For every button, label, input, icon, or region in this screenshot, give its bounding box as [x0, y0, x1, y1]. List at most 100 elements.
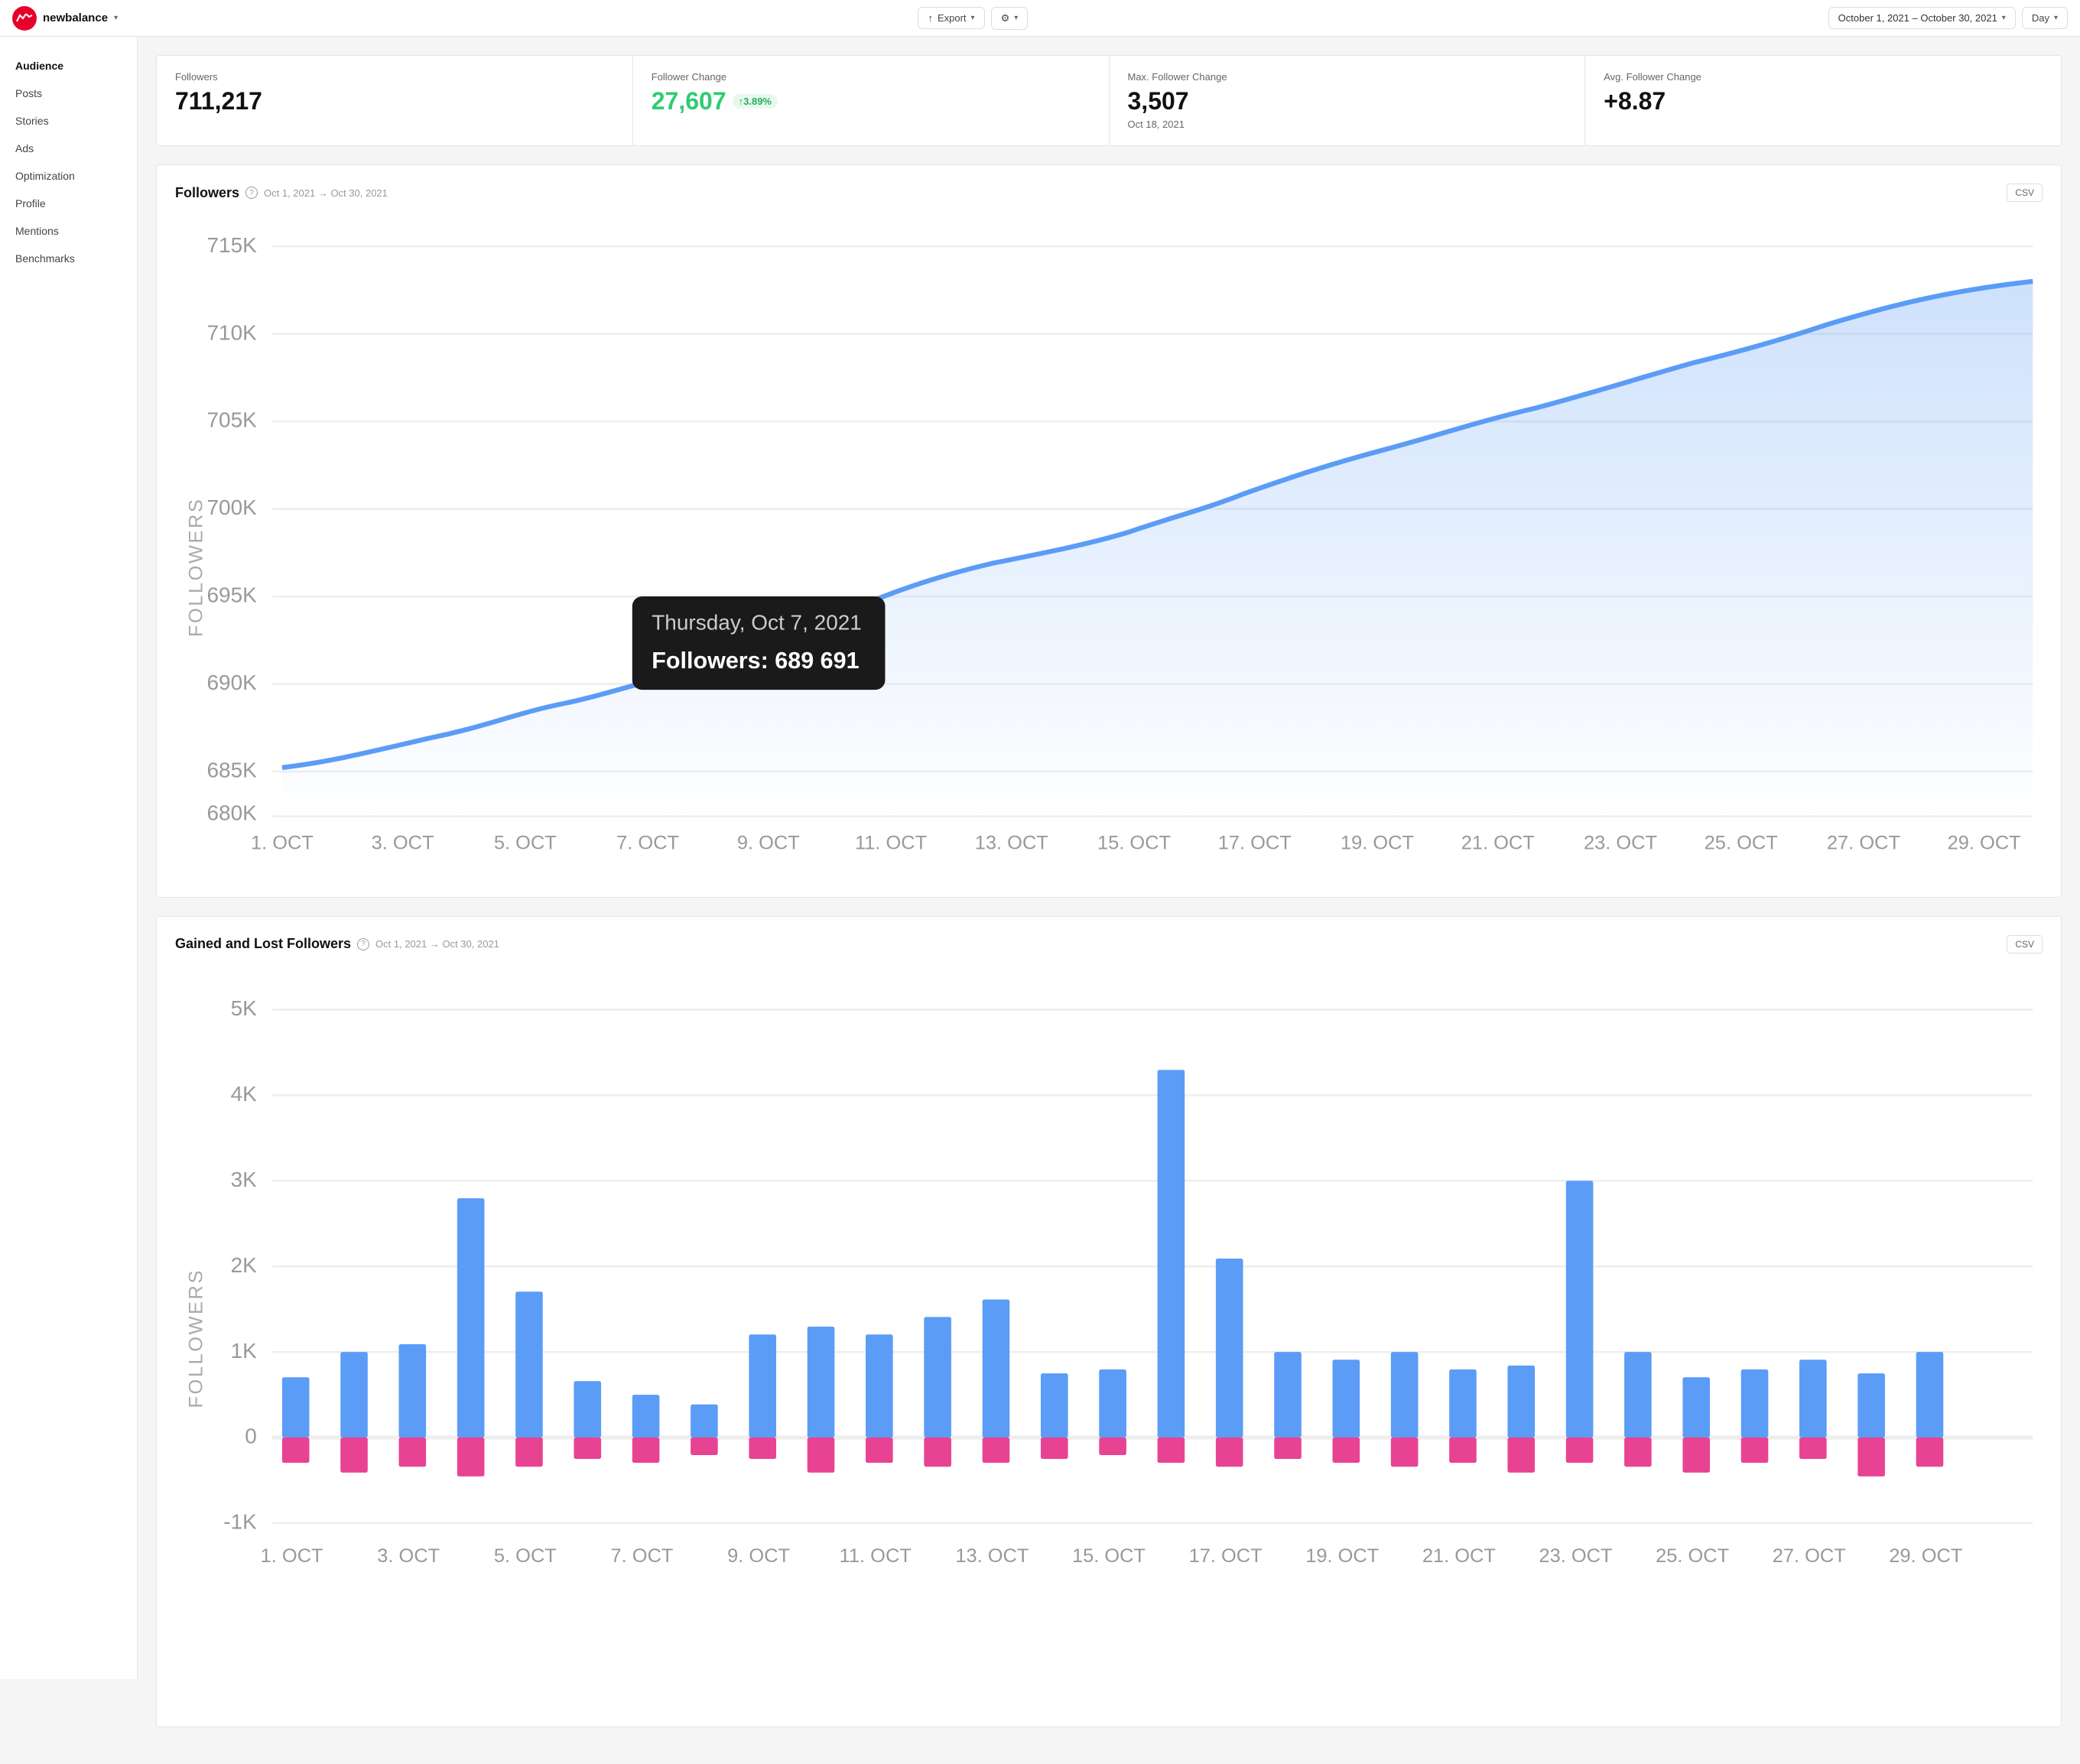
svg-text:1. OCT: 1. OCT	[251, 833, 314, 854]
sidebar-item-profile[interactable]: Profile	[0, 190, 137, 217]
svg-text:9. OCT: 9. OCT	[727, 1545, 790, 1567]
metric-avg-follower-change: Avg. Follower Change +8.87	[1585, 56, 2061, 145]
svg-text:19. OCT: 19. OCT	[1305, 1545, 1379, 1567]
followers-title-text: Followers	[175, 185, 239, 201]
gained-lost-title-text: Gained and Lost Followers	[175, 936, 351, 952]
export-icon: ↑	[928, 12, 933, 24]
gained-lost-chart-title: Gained and Lost Followers ? Oct 1, 2021 …	[175, 936, 499, 952]
svg-text:1K: 1K	[231, 1339, 258, 1363]
header-left: newbalance ▾	[12, 6, 118, 31]
metric-follower-change-value: 27,607	[652, 87, 726, 115]
metric-max-sub: Oct 18, 2021	[1128, 119, 1567, 130]
svg-text:9. OCT: 9. OCT	[737, 833, 800, 854]
svg-text:705K: 705K	[207, 408, 258, 432]
svg-text:21. OCT: 21. OCT	[1422, 1545, 1496, 1567]
svg-text:17. OCT: 17. OCT	[1189, 1545, 1263, 1567]
gained-lost-chart-svg: FOLLOWERS 5K 4K 3K 2K 1K 0 -1K	[175, 969, 2043, 1708]
metric-followers: Followers 711,217	[157, 56, 633, 145]
sidebar-item-benchmarks[interactable]: Benchmarks	[0, 245, 137, 272]
svg-text:2K: 2K	[231, 1253, 258, 1277]
gained-lost-chart-header: Gained and Lost Followers ? Oct 1, 2021 …	[175, 935, 2043, 953]
svg-text:685K: 685K	[207, 759, 258, 782]
svg-text:27. OCT: 27. OCT	[1773, 1545, 1846, 1567]
sidebar: Audience Posts Stories Ads Optimization …	[0, 37, 138, 1679]
sidebar-item-posts[interactable]: Posts	[0, 80, 137, 107]
svg-text:15. OCT: 15. OCT	[1097, 833, 1171, 854]
svg-text:15. OCT: 15. OCT	[1072, 1545, 1146, 1567]
svg-text:FOLLOWERS: FOLLOWERS	[186, 498, 207, 638]
svg-text:13. OCT: 13. OCT	[955, 1545, 1029, 1567]
metric-followers-label: Followers	[175, 71, 614, 83]
svg-text:0: 0	[245, 1425, 257, 1448]
follower-change-badge: ↑3.89%	[733, 94, 778, 109]
svg-text:700K: 700K	[207, 495, 258, 519]
svg-text:Thursday, Oct 7, 2021: Thursday, Oct 7, 2021	[652, 610, 862, 634]
gained-lost-chart-section: Gained and Lost Followers ? Oct 1, 2021 …	[156, 916, 2062, 1727]
followers-date-range: Oct 1, 2021 → Oct 30, 2021	[264, 187, 388, 199]
svg-text:11. OCT: 11. OCT	[840, 1545, 912, 1567]
svg-text:13. OCT: 13. OCT	[975, 833, 1048, 854]
followers-chart-container: 715K 710K 705K 700K 695K 690K 685K 680K …	[175, 217, 2043, 879]
logo[interactable]: newbalance	[12, 6, 108, 31]
svg-text:29. OCT: 29. OCT	[1889, 1545, 1962, 1567]
metrics-row: Followers 711,217 Follower Change 27,607…	[156, 55, 2062, 146]
followers-csv-button[interactable]: CSV	[2007, 184, 2043, 202]
followers-chart-title: Followers ? Oct 1, 2021 → Oct 30, 2021	[175, 185, 388, 201]
app-layout: Audience Posts Stories Ads Optimization …	[0, 0, 2080, 1764]
svg-text:3. OCT: 3. OCT	[377, 1545, 440, 1567]
metric-follower-change-label: Follower Change	[652, 71, 1090, 83]
app-header: newbalance ▾ ↑ Export ▾ ⚙ ▾ October 1, 2…	[0, 0, 2080, 37]
svg-text:Followers: 689 691: Followers: 689 691	[652, 648, 859, 674]
header-right: October 1, 2021 – October 30, 2021 ▾ Day…	[1828, 7, 2068, 29]
sidebar-item-optimization[interactable]: Optimization	[0, 162, 137, 190]
svg-text:5. OCT: 5. OCT	[494, 1545, 557, 1567]
svg-text:680K: 680K	[207, 801, 258, 825]
svg-text:1. OCT: 1. OCT	[261, 1545, 323, 1567]
metric-follower-change: Follower Change 27,607 ↑3.89%	[633, 56, 1110, 145]
svg-text:4K: 4K	[231, 1082, 258, 1106]
svg-text:17. OCT: 17. OCT	[1218, 833, 1292, 854]
svg-text:-1K: -1K	[223, 1509, 257, 1533]
sidebar-item-audience[interactable]: Audience	[0, 52, 137, 80]
brand-name: newbalance	[43, 11, 108, 24]
svg-text:710K: 710K	[207, 320, 258, 344]
sidebar-item-ads[interactable]: Ads	[0, 135, 137, 162]
header-controls: ↑ Export ▾ ⚙ ▾	[918, 7, 1028, 30]
brand-dropdown-arrow[interactable]: ▾	[114, 14, 118, 22]
svg-text:3K: 3K	[231, 1168, 258, 1191]
svg-text:27. OCT: 27. OCT	[1827, 833, 1900, 854]
gained-lost-date-range: Oct 1, 2021 → Oct 30, 2021	[375, 938, 499, 950]
followers-chart-section: Followers ? Oct 1, 2021 → Oct 30, 2021 C…	[156, 164, 2062, 898]
main-content: Followers 711,217 Follower Change 27,607…	[138, 37, 2080, 1764]
svg-text:25. OCT: 25. OCT	[1656, 1545, 1729, 1567]
metric-avg-label: Avg. Follower Change	[1604, 71, 2043, 83]
sidebar-item-stories[interactable]: Stories	[0, 107, 137, 135]
svg-text:23. OCT: 23. OCT	[1584, 833, 1657, 854]
granularity-selector[interactable]: Day ▾	[2022, 7, 2068, 29]
gear-icon: ⚙	[1001, 12, 1010, 24]
date-range-picker[interactable]: October 1, 2021 – October 30, 2021 ▾	[1828, 7, 2016, 29]
followers-chart-svg: 715K 710K 705K 700K 695K 690K 685K 680K …	[175, 217, 2043, 879]
settings-button[interactable]: ⚙ ▾	[991, 7, 1029, 30]
metric-max-label: Max. Follower Change	[1128, 71, 1567, 83]
gained-lost-help-icon[interactable]: ?	[357, 938, 369, 950]
gained-lost-chart-container: FOLLOWERS 5K 4K 3K 2K 1K 0 -1K	[175, 969, 2043, 1708]
svg-text:29. OCT: 29. OCT	[1948, 833, 2021, 854]
svg-text:5K: 5K	[231, 996, 258, 1020]
logo-icon	[12, 6, 37, 31]
svg-text:19. OCT: 19. OCT	[1341, 833, 1414, 854]
svg-text:7. OCT: 7. OCT	[611, 1545, 674, 1567]
svg-text:FOLLOWERS: FOLLOWERS	[186, 1269, 207, 1408]
svg-text:5. OCT: 5. OCT	[494, 833, 557, 854]
metric-max-follower-change: Max. Follower Change 3,507 Oct 18, 2021	[1110, 56, 1586, 145]
svg-text:715K: 715K	[207, 233, 258, 257]
followers-help-icon[interactable]: ?	[245, 187, 258, 199]
svg-text:23. OCT: 23. OCT	[1539, 1545, 1612, 1567]
settings-dropdown-arrow: ▾	[1014, 14, 1018, 22]
gained-lost-csv-button[interactable]: CSV	[2007, 935, 2043, 953]
svg-text:21. OCT: 21. OCT	[1461, 833, 1535, 854]
svg-text:25. OCT: 25. OCT	[1705, 833, 1778, 854]
svg-text:695K: 695K	[207, 583, 258, 607]
sidebar-item-mentions[interactable]: Mentions	[0, 217, 137, 245]
export-button[interactable]: ↑ Export ▾	[918, 7, 984, 29]
